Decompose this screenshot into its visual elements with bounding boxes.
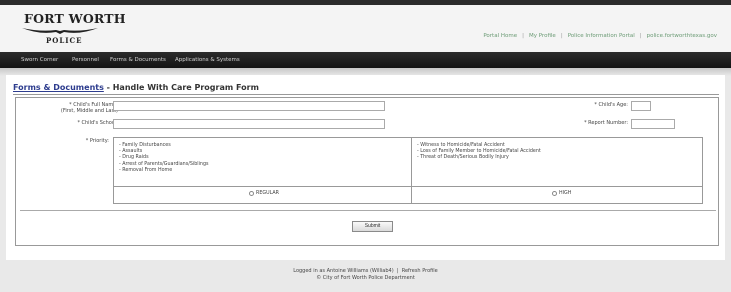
priority-row-divider xyxy=(114,186,702,187)
link-police-information-portal[interactable]: Police Information Portal xyxy=(568,33,635,39)
list-item: - Arrest of Parents/Guardians/Siblings xyxy=(119,161,209,167)
top-links: Portal Home | My Profile | Police Informatio… xyxy=(483,33,717,39)
page-title-text: - Handle With Care Program Form xyxy=(103,83,259,92)
nav-item-personnel[interactable]: Personnel xyxy=(72,57,99,63)
main-nav: Sworn Corner Personnel Forms & Documents… xyxy=(0,52,731,68)
priority-table: - Family Disturbances - Assaults - Drug … xyxy=(113,137,703,204)
report-number-input[interactable] xyxy=(631,119,675,129)
link-separator: | xyxy=(522,33,524,39)
copyright-text: © City of Fort Worth Police Department xyxy=(316,275,415,281)
link-separator: | xyxy=(560,33,563,39)
link-my-profile[interactable]: My Profile xyxy=(529,33,556,39)
regular-radio[interactable] xyxy=(249,191,254,196)
regular-radio-option[interactable]: REGULAR xyxy=(249,191,279,196)
title-divider xyxy=(13,94,719,95)
fort-worth-police-logo[interactable]: FORT WORTH POLICE xyxy=(20,9,126,51)
childs-name-sublabel: (First, Middle and Last) xyxy=(60,108,118,114)
page-title: Forms & Documents - Handle With Care Pro… xyxy=(13,83,259,92)
high-priority-list: - Witness to Homicide/Fatal Accident - L… xyxy=(417,143,541,162)
logged-in-text: Logged in as Antoine Williams (Williab4) xyxy=(293,268,394,274)
high-radio-label: HIGH xyxy=(559,191,572,196)
childs-name-input[interactable] xyxy=(113,101,385,111)
regular-priority-list: - Family Disturbances - Assaults - Drug … xyxy=(119,143,209,174)
breadcrumb-forms-documents[interactable]: Forms & Documents xyxy=(13,83,104,92)
logo-line1: FORT WORTH xyxy=(24,11,126,26)
main-content: Forms & Documents - Handle With Care Pro… xyxy=(6,75,725,260)
high-radio[interactable] xyxy=(552,191,557,196)
handle-with-care-form: * Child's Full Name: (First, Middle and … xyxy=(15,97,719,246)
childs-school-label: * Child's School: xyxy=(77,120,118,126)
nav-item-forms-documents[interactable]: Forms & Documents xyxy=(110,57,166,63)
priority-column-divider xyxy=(411,138,412,203)
footer-line1: Logged in as Antoine Williams (Williab4)… xyxy=(0,268,731,275)
high-radio-option[interactable]: HIGH xyxy=(552,191,571,196)
childs-age-label: * Child's Age: xyxy=(594,102,628,108)
list-item: - Removal From Home xyxy=(119,167,173,173)
refresh-profile-link[interactable]: Refresh Profile xyxy=(402,268,438,274)
logo-line2: POLICE xyxy=(46,36,83,45)
nav-item-sworn-corner[interactable]: Sworn Corner xyxy=(21,57,58,63)
site-header: FORT WORTH POLICE Portal Home | My Profile… xyxy=(0,5,731,52)
childs-age-input[interactable] xyxy=(631,101,651,111)
footer-separator: | xyxy=(393,268,402,274)
report-number-label: * Report Number: xyxy=(584,120,628,126)
footer: Logged in as Antoine Williams (Williab4)… xyxy=(0,268,731,282)
link-separator: | xyxy=(639,33,642,39)
longhorn-icon xyxy=(22,28,98,34)
submit-button[interactable]: Submit xyxy=(352,221,393,232)
nav-item-applications-systems[interactable]: Applications & Systems xyxy=(175,57,240,63)
regular-radio-label: REGULAR xyxy=(256,191,279,196)
form-divider xyxy=(20,210,716,211)
childs-school-input[interactable] xyxy=(113,119,385,129)
link-portal-home[interactable]: Portal Home xyxy=(483,33,517,39)
link-police-site[interactable]: police.fortworthtexas.gov xyxy=(647,33,717,39)
priority-label: * Priority: xyxy=(85,138,109,144)
list-item: - Threat of Death/Serious Bodily Injury xyxy=(417,155,509,161)
